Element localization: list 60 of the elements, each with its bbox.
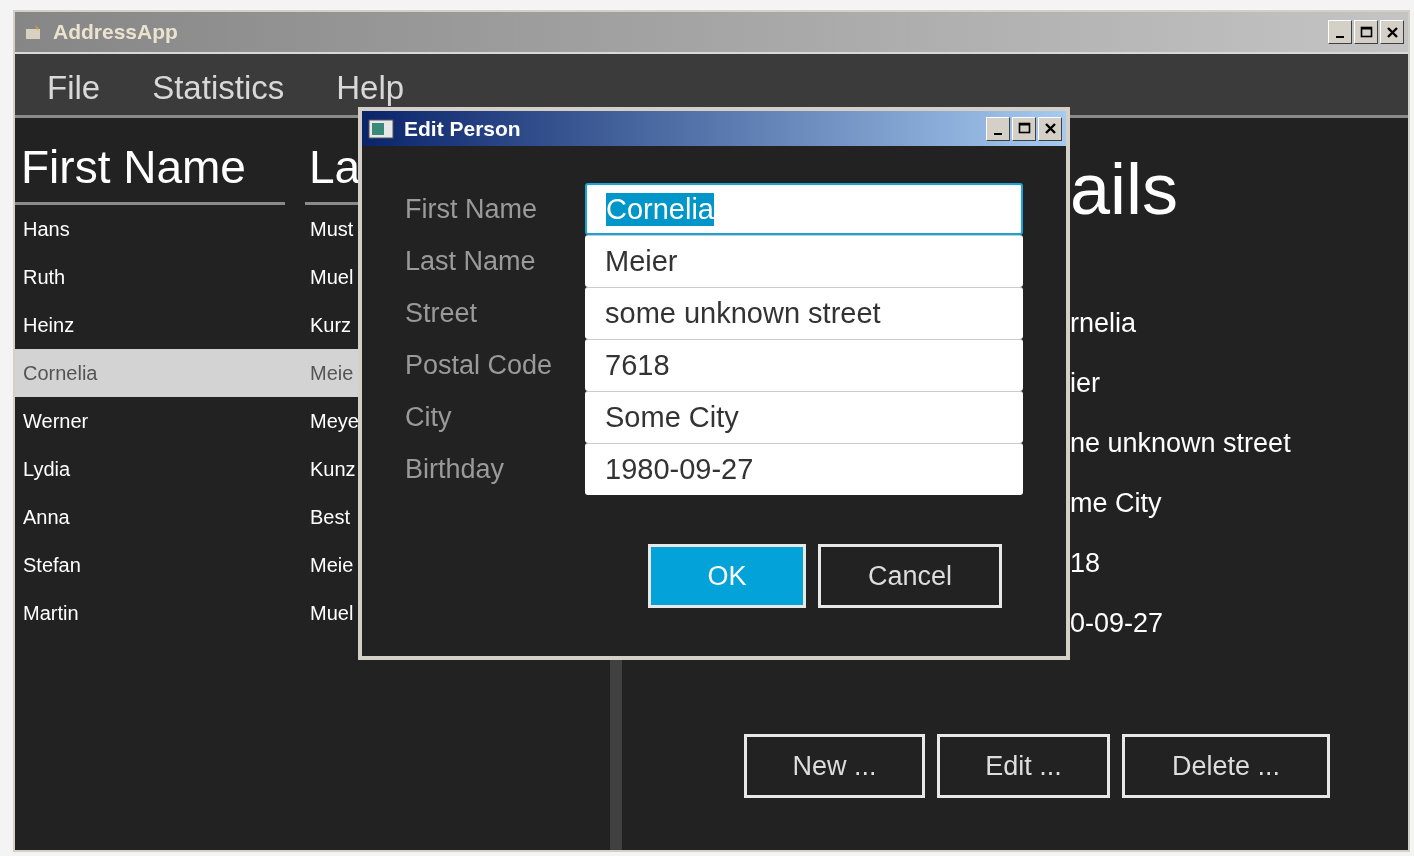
detail-value: ier (1070, 368, 1101, 400)
input-field[interactable]: 7618 (585, 339, 1023, 391)
input-field[interactable]: 1980-09-27 (585, 443, 1023, 495)
close-button[interactable] (1380, 20, 1404, 44)
minimize-icon (1336, 36, 1344, 38)
menu-item[interactable]: Statistics (152, 69, 285, 107)
field-label: City (405, 400, 453, 434)
input-field[interactable]: some unknown street (585, 287, 1023, 339)
detail-value: 0-09-27 (1070, 608, 1165, 640)
app-icon (25, 24, 43, 40)
maximize-icon (1016, 121, 1032, 136)
window-icon (368, 118, 394, 139)
action-button[interactable]: Edit ... (937, 734, 1110, 798)
close-icon (1042, 121, 1058, 136)
table-cell-text: Hans (22, 217, 71, 241)
cancel-button[interactable]: Cancel (818, 544, 1002, 608)
field-label: Street (405, 296, 479, 330)
table-cell-text: Best (309, 505, 351, 529)
detail-value: 18 (1070, 548, 1102, 580)
table-cell-text: Kurz (309, 313, 352, 337)
field-label: Postal Code (405, 348, 554, 382)
minimize-icon (994, 132, 1002, 135)
table-cell-text: Stefan (22, 553, 82, 577)
table-cell-text: Meie (309, 361, 354, 385)
table-cell-text: Ruth (22, 265, 67, 289)
table-cell-text: Muel (309, 601, 354, 625)
maximize-icon (1358, 24, 1374, 40)
table-cell-text: Must (309, 217, 354, 241)
table-cell-text: Anna (22, 505, 71, 529)
menu-item[interactable]: File (47, 69, 101, 107)
dialog-title: Edit Person (404, 116, 522, 141)
minimize-button[interactable] (1328, 20, 1352, 44)
input-field[interactable]: Meier (585, 235, 1023, 287)
detail-value: rnelia (1070, 308, 1138, 340)
field-label: Last Name (405, 244, 537, 278)
table-cell-text: Cornelia (22, 361, 99, 385)
close-icon (1384, 24, 1400, 40)
maximize-button[interactable] (1354, 20, 1378, 44)
table-cell-text: Meye (309, 409, 359, 433)
input-field[interactable]: Some City (585, 391, 1023, 443)
detail-value: ne unknown street (1070, 428, 1292, 460)
field-label: Birthday (405, 452, 506, 486)
table-cell-text: Lydia (22, 457, 72, 481)
field-label: First Name (405, 192, 538, 226)
table-cell-text: Werner (22, 409, 90, 433)
table-cell-text: Heinz (22, 313, 76, 337)
details-title: ails (1070, 148, 1180, 231)
maximize-button[interactable] (1012, 116, 1036, 141)
table-cell-text: Meie (309, 553, 354, 577)
window-title: AddressApp (53, 20, 179, 44)
detail-value: me City (1070, 488, 1163, 520)
close-button[interactable] (1038, 116, 1062, 141)
menu-item[interactable]: Help (336, 69, 405, 107)
minimize-button[interactable] (986, 116, 1010, 141)
table-cell-text: Muel (309, 265, 354, 289)
action-button[interactable]: Delete ... (1122, 734, 1330, 798)
column-header[interactable]: First Name (15, 140, 285, 205)
table-cell-text: Martin (22, 601, 80, 625)
table-cell-text: Kunz (309, 457, 356, 481)
action-button[interactable]: New ... (744, 734, 925, 798)
